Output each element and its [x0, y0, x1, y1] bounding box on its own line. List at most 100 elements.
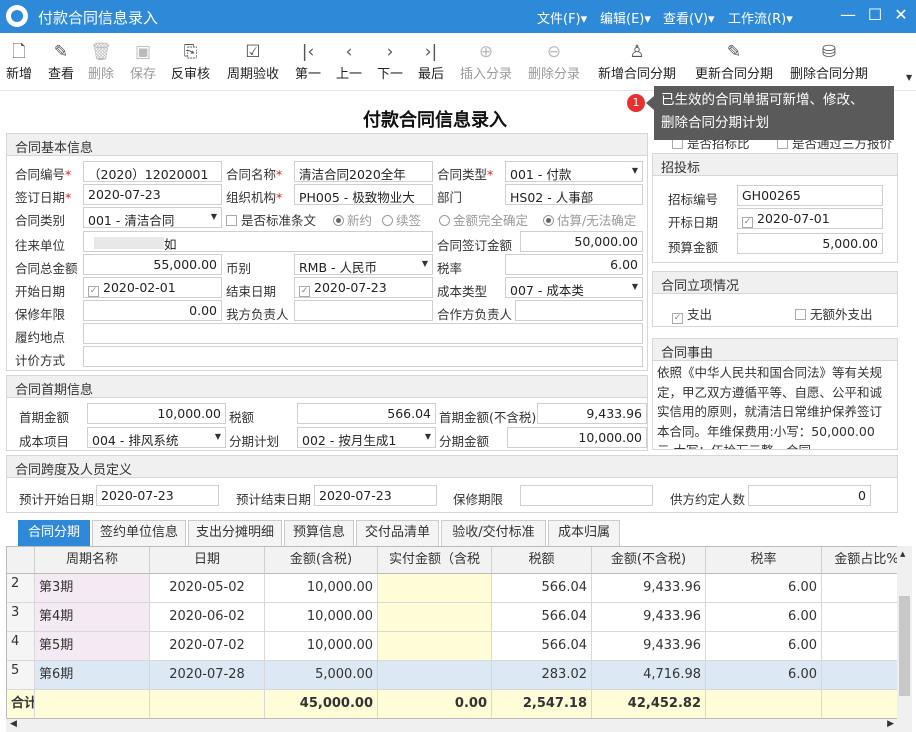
first-button[interactable]: |‹ 第一 [295, 41, 321, 82]
plan-select[interactable]: 002 - 按月生成1 [297, 427, 436, 448]
grid-cell[interactable]: 566.04 [492, 574, 592, 603]
radio-renew[interactable]: 续签 [382, 210, 421, 229]
save-button[interactable]: ▣ 保存 [130, 41, 156, 82]
grid-cell[interactable]: 9,433.96 [592, 632, 706, 661]
total-cell[interactable]: 0.00 [378, 690, 492, 718]
partner-field[interactable]: 如 [83, 231, 433, 252]
radio-new[interactable]: 新约 [333, 210, 372, 229]
add-button[interactable]: 🗋 新增 [6, 41, 32, 82]
grid-cell[interactable]: 283.02 [492, 661, 592, 690]
split-amount-field[interactable]: 10,000.00 [507, 427, 647, 448]
tab-installments[interactable]: 合同分期 [18, 520, 90, 546]
insert-entry-button[interactable]: ⊕ 插入分录 [460, 41, 512, 82]
total-cell[interactable]: 45,000.00 [265, 690, 378, 718]
total-cell[interactable]: 2,547.18 [492, 690, 592, 718]
sign-date-field[interactable]: 2020-07-23 [83, 184, 222, 205]
first-amount-field[interactable]: 10,000.00 [87, 403, 226, 424]
reason-text[interactable]: 依照《中华人民共和国合同法》等有关规定，甲乙双方遵循平等、自愿、公平和诚实信用的… [657, 363, 891, 449]
start-date-field[interactable]: ✓ 2020-02-01 [83, 277, 222, 298]
first-notax-field[interactable]: 9,433.96 [537, 403, 647, 424]
grid-cell[interactable]: 第4期 [35, 603, 150, 632]
prev-button[interactable]: ‹ 上一 [336, 41, 362, 82]
grid-header-cell[interactable]: 税率 [706, 547, 822, 574]
toolbar-more-icon[interactable]: ▼ [906, 73, 912, 82]
category-select[interactable]: 001 - 清洁合同 [83, 207, 222, 228]
grid-cell[interactable]: 4,716.98 [592, 661, 706, 690]
grid-cell[interactable]: 6.00 [706, 632, 822, 661]
grid-cell[interactable] [378, 632, 492, 661]
grid-header-cell[interactable]: 金额占比% [822, 547, 901, 574]
grid-cell[interactable]: 第5期 [35, 632, 150, 661]
grid-cell[interactable]: 6.00 [706, 574, 822, 603]
menu-view[interactable]: 查看(V)▾ [663, 8, 715, 27]
span-start-field[interactable]: 2020-07-23 [96, 485, 219, 506]
total-cell[interactable] [35, 690, 150, 718]
cost-type-select[interactable]: 007 - 成本类 [505, 277, 643, 298]
total-amount-field[interactable]: 55,000.00 [83, 254, 222, 275]
grid-cell[interactable]: 566.04 [492, 603, 592, 632]
currency-select[interactable]: RMB - 人民币 [294, 254, 433, 275]
last-button[interactable]: ›| 最后 [418, 41, 444, 82]
unaudit-button[interactable]: ⎘ 反审核 [171, 41, 210, 82]
people-field[interactable]: 0 [748, 485, 871, 506]
total-cell[interactable]: 42,452.82 [592, 690, 706, 718]
grid-cell[interactable]: 10,000.00 [265, 603, 378, 632]
end-date-field[interactable]: ✓ 2020-07-23 [294, 277, 433, 298]
bid-date-field[interactable]: ✓ 2020-07-01 [737, 208, 883, 229]
contract-type-select[interactable]: 001 - 付款 [505, 161, 643, 182]
tab-deliverables[interactable]: 交付品清单 [356, 520, 439, 546]
radio-amount-fixed[interactable]: 金额完全确定 [439, 210, 528, 229]
period-accept-button[interactable]: ☑ 周期验收 [227, 41, 279, 82]
grid-header-cell[interactable]: 金额(含税) [265, 547, 378, 574]
budget-field[interactable]: 5,000.00 [737, 233, 883, 254]
bid-no-field[interactable]: GH00265 [737, 185, 883, 206]
grid-header-cell[interactable]: 实付金额（含税 [378, 547, 492, 574]
grid-header-cell[interactable]: 金额(不含税) [592, 547, 706, 574]
tab-signing-units[interactable]: 签约单位信息 [92, 520, 186, 546]
warranty-field[interactable]: 0.00 [83, 300, 222, 321]
menu-workflow[interactable]: 工作流(R)▾ [728, 8, 793, 27]
grid-cell[interactable]: 10,000.00 [265, 632, 378, 661]
our-owner-field[interactable] [294, 300, 433, 321]
total-cell[interactable] [822, 690, 901, 718]
grid-cell[interactable]: 566.04 [492, 632, 592, 661]
grid-cell[interactable]: 2020-06-02 [150, 603, 265, 632]
menu-file[interactable]: 文件(F)▾ [537, 8, 587, 27]
total-cell[interactable] [150, 690, 265, 718]
grid-cell[interactable] [378, 603, 492, 632]
span-end-field[interactable]: 2020-07-23 [314, 485, 437, 506]
next-button[interactable]: › 下一 [377, 41, 403, 82]
grid-cell[interactable] [378, 661, 492, 690]
tab-cost-attribution[interactable]: 成本归属 [548, 520, 620, 546]
delete-button[interactable]: 🗑 删除 [88, 41, 114, 82]
contract-no-field[interactable]: （2020）12020001 [83, 161, 222, 182]
grid-cell[interactable]: 6.00 [706, 603, 822, 632]
grid-cell[interactable]: 第3期 [35, 574, 150, 603]
delete-entry-button[interactable]: ⊖ 删除分录 [528, 41, 580, 82]
grid-cell[interactable]: 10,000.00 [265, 574, 378, 603]
place-field[interactable] [83, 323, 643, 344]
total-cell[interactable] [706, 690, 822, 718]
radio-estimated[interactable]: 估算/无法确定 [543, 210, 636, 229]
pay-checkbox[interactable]: ✓ 支出 [672, 304, 712, 324]
tax-rate-field[interactable]: 6.00 [505, 254, 643, 275]
grid-cell[interactable] [378, 574, 492, 603]
menu-edit[interactable]: 编辑(E)▾ [600, 8, 651, 27]
grid-cell[interactable] [822, 632, 901, 661]
view-button[interactable]: ✎ 查看 [48, 41, 74, 82]
close-icon[interactable]: ✕ [890, 5, 912, 24]
grid-cell[interactable]: 2020-07-28 [150, 661, 265, 690]
grid-cell[interactable]: 2020-05-02 [150, 574, 265, 603]
grid-header-cell[interactable]: 税额 [492, 547, 592, 574]
grid-cell[interactable]: 5,000.00 [265, 661, 378, 690]
grid-cell[interactable]: 9,433.96 [592, 574, 706, 603]
pricing-field[interactable] [83, 346, 643, 367]
partner-owner-field[interactable] [515, 300, 643, 321]
grid-header-cell[interactable]: 日期 [150, 547, 265, 574]
standard-clause-checkbox[interactable]: 是否标准条文 [226, 210, 316, 229]
tab-acceptance[interactable]: 验收/交付标准 [441, 520, 546, 546]
org-field[interactable]: PH005 - 极致物业大 [294, 184, 433, 205]
grid-cell[interactable] [822, 574, 901, 603]
grid-cell[interactable]: 9,433.96 [592, 603, 706, 632]
grid-cell[interactable]: 6.00 [706, 661, 822, 690]
